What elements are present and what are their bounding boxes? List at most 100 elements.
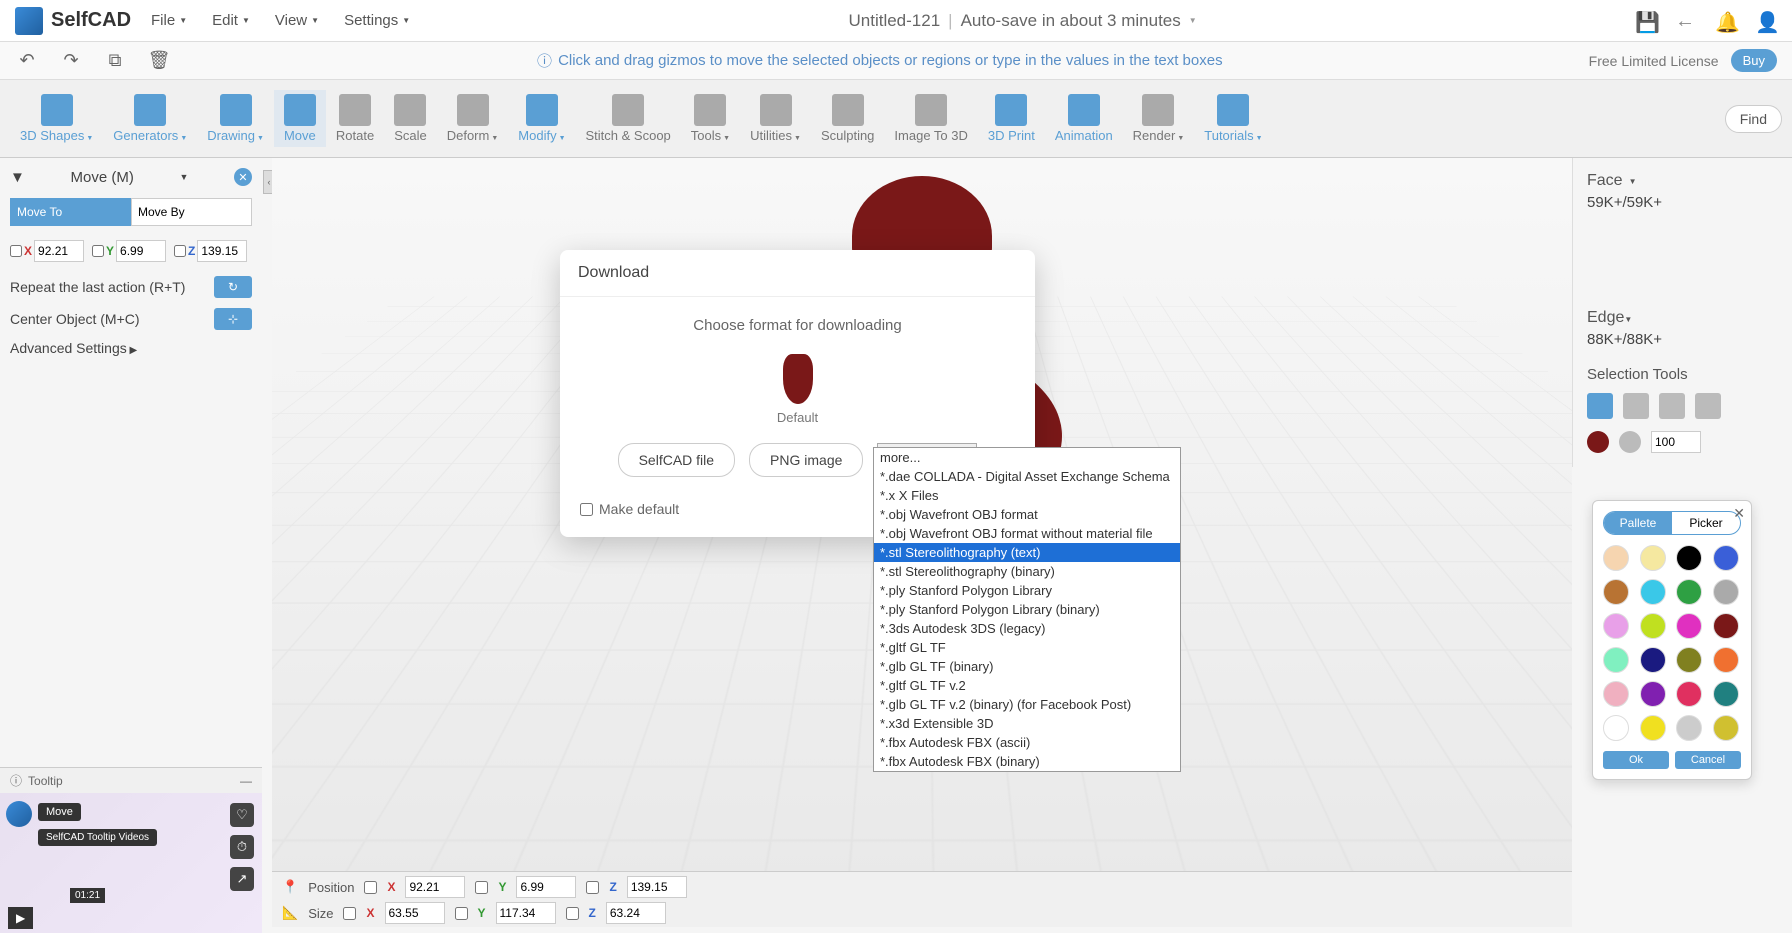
tool-utilities[interactable]: Utilities xyxy=(740,90,811,147)
x-input[interactable] xyxy=(34,240,84,262)
pos-y-check[interactable] xyxy=(475,881,488,894)
color-swatch[interactable] xyxy=(1713,545,1739,571)
palette-tab-pallete[interactable]: Pallete xyxy=(1604,512,1672,534)
format-option[interactable]: *.x3d Extensible 3D xyxy=(874,714,1180,733)
format-option[interactable]: *.obj Wavefront OBJ format without mater… xyxy=(874,524,1180,543)
move-by-button[interactable]: Move By xyxy=(131,198,252,226)
format-option[interactable]: *.gltf GL TF xyxy=(874,638,1180,657)
format-option[interactable]: *.stl Stereolithography (binary) xyxy=(874,562,1180,581)
palette-close-icon[interactable]: ✕ xyxy=(1733,505,1745,522)
color-swatch[interactable] xyxy=(1676,579,1702,605)
bell-icon[interactable]: 🔔 xyxy=(1715,10,1737,32)
tool-tools[interactable]: Tools xyxy=(681,90,740,147)
format-option[interactable]: more... xyxy=(874,448,1180,467)
size-y-check[interactable] xyxy=(455,907,468,920)
pos-x-input[interactable] xyxy=(405,876,465,898)
format-option[interactable]: *.gltf GL TF v.2 xyxy=(874,676,1180,695)
color-swatch[interactable] xyxy=(1603,545,1629,571)
tool-move[interactable]: Move xyxy=(274,90,326,147)
color-swatch[interactable] xyxy=(1676,681,1702,707)
format-option[interactable]: *.fbx Autodesk FBX (ascii) xyxy=(874,733,1180,752)
repeat-button[interactable]: ↻ xyxy=(214,276,252,298)
pos-x-check[interactable] xyxy=(364,881,377,894)
sel-tool-object-icon[interactable] xyxy=(1587,393,1613,419)
size-z-input[interactable] xyxy=(606,902,666,924)
color-swatch[interactable] xyxy=(1676,715,1702,741)
color-swatch[interactable] xyxy=(1676,545,1702,571)
video-heart-icon[interactable]: ♡ xyxy=(230,803,254,827)
color-swatch[interactable] xyxy=(1603,579,1629,605)
size-y-input[interactable] xyxy=(496,902,556,924)
palette-tab-picker[interactable]: Picker xyxy=(1672,512,1740,534)
color-swatch[interactable] xyxy=(1640,579,1666,605)
make-default-checkbox[interactable]: Make default xyxy=(580,501,679,517)
tool-tutorials[interactable]: Tutorials xyxy=(1194,90,1272,147)
format-option[interactable]: *.stl Stereolithography (text) xyxy=(874,543,1180,562)
color-swatch[interactable] xyxy=(1640,715,1666,741)
color-swatch[interactable] xyxy=(1603,613,1629,639)
y-input[interactable] xyxy=(116,240,166,262)
color-swatch[interactable] xyxy=(1713,715,1739,741)
tool-rotate[interactable]: Rotate xyxy=(326,90,384,147)
format-option[interactable]: *.obj Wavefront OBJ format xyxy=(874,505,1180,524)
color-swatch[interactable] xyxy=(1713,681,1739,707)
color-swatch[interactable] xyxy=(1640,545,1666,571)
tool-animation[interactable]: Animation xyxy=(1045,90,1123,147)
edge-label[interactable]: Edge xyxy=(1587,309,1778,327)
document-title[interactable]: Untitled-121 | Auto-save in about 3 minu… xyxy=(410,11,1635,31)
panel-header[interactable]: Move (M) ▼ ✕ xyxy=(10,168,252,186)
tooltip-header[interactable]: Tooltip — xyxy=(0,767,262,793)
tool-modify[interactable]: Modify xyxy=(508,90,575,147)
advanced-settings-toggle[interactable]: Advanced Settings xyxy=(10,340,252,356)
size-x-check[interactable] xyxy=(343,907,356,920)
size-x-input[interactable] xyxy=(385,902,445,924)
buy-button[interactable]: Buy xyxy=(1731,49,1777,72)
video-share-icon[interactable]: ↗ xyxy=(230,867,254,891)
find-button[interactable]: Find xyxy=(1725,105,1782,133)
format-option[interactable]: *.glb GL TF v.2 (binary) (for Facebook P… xyxy=(874,695,1180,714)
palette-cancel-button[interactable]: Cancel xyxy=(1675,751,1741,769)
tool-stitch-scoop[interactable]: Stitch & Scoop xyxy=(576,90,681,147)
tool-deform[interactable]: Deform xyxy=(437,90,509,147)
z-checkbox[interactable] xyxy=(174,245,186,257)
format-option[interactable]: *.3ds Autodesk 3DS (legacy) xyxy=(874,619,1180,638)
tool-image-to-3d[interactable]: Image To 3D xyxy=(884,90,977,147)
palette-ok-button[interactable]: Ok xyxy=(1603,751,1669,769)
color-swatch[interactable] xyxy=(1640,613,1666,639)
format-option[interactable]: *.ply Stanford Polygon Library (binary) xyxy=(874,600,1180,619)
color-swatch[interactable] xyxy=(1640,681,1666,707)
z-input[interactable] xyxy=(197,240,247,262)
format-option[interactable]: *.glb GL TF (binary) xyxy=(874,657,1180,676)
pos-z-check[interactable] xyxy=(586,881,599,894)
pos-z-input[interactable] xyxy=(627,876,687,898)
menu-edit[interactable]: Edit xyxy=(212,12,250,29)
menu-settings[interactable]: Settings xyxy=(344,12,410,29)
format-option[interactable]: *.fbx Autodesk FBX (binary) xyxy=(874,752,1180,771)
color-swatch[interactable] xyxy=(1603,681,1629,707)
color-swatch[interactable] xyxy=(1713,647,1739,673)
format-option[interactable]: *.x X Files xyxy=(874,486,1180,505)
sel-tool-wireframe-icon[interactable] xyxy=(1623,393,1649,419)
video-clock-icon[interactable]: ⏱ xyxy=(230,835,254,859)
size-z-check[interactable] xyxy=(566,907,579,920)
delete-button[interactable]: 🗑 xyxy=(147,49,171,73)
x-checkbox[interactable] xyxy=(10,245,22,257)
menu-view[interactable]: View xyxy=(275,12,319,29)
color-swatch[interactable] xyxy=(1713,579,1739,605)
share-icon[interactable]: ← xyxy=(1675,10,1697,32)
color-swatch[interactable] xyxy=(1603,647,1629,673)
move-to-button[interactable]: Move To xyxy=(10,198,131,226)
tool-scale[interactable]: Scale xyxy=(384,90,437,147)
color-swatch[interactable] xyxy=(1676,647,1702,673)
tool-3d-shapes[interactable]: 3D Shapes xyxy=(10,90,103,147)
opacity-input[interactable] xyxy=(1651,431,1701,453)
format-dropdown[interactable]: more...*.dae COLLADA - Digital Asset Exc… xyxy=(873,447,1181,772)
user-icon[interactable]: 👤 xyxy=(1755,10,1777,32)
redo-button[interactable]: ↷ xyxy=(59,49,83,73)
video-play-button[interactable]: ▶ xyxy=(8,907,33,929)
close-icon[interactable]: ✕ xyxy=(234,168,252,186)
tool-drawing[interactable]: Drawing xyxy=(197,90,274,147)
png-image-button[interactable]: PNG image xyxy=(749,443,863,477)
tool-3d-print[interactable]: 3D Print xyxy=(978,90,1045,147)
y-checkbox[interactable] xyxy=(92,245,104,257)
